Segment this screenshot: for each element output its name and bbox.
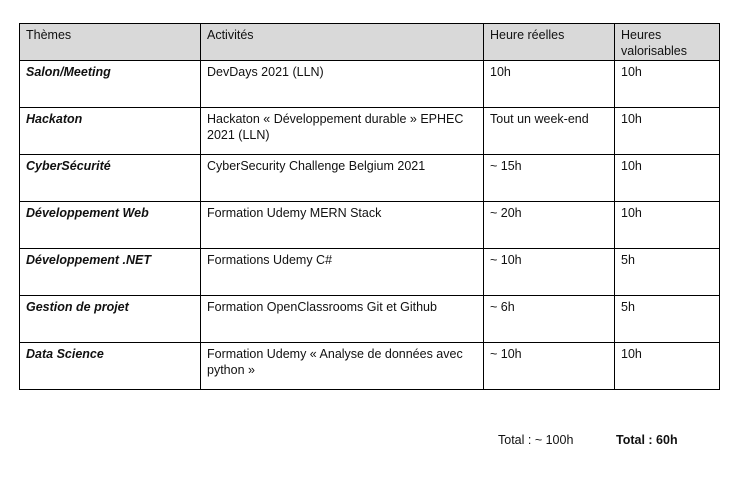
table-body: Salon/Meeting DevDays 2021 (LLN) 10h 10h…	[19, 60, 720, 390]
theme-cell: Développement .NET	[19, 248, 201, 296]
activity-cell: Hackaton « Développement durable » EPHEC…	[200, 107, 484, 155]
header-row: Thèmes Activités Heure réelles Heures va…	[19, 23, 720, 61]
table-row: CyberSécurité CyberSecurity Challenge Be…	[19, 154, 720, 202]
real-hours-cell: 10h	[483, 60, 615, 108]
activity-cell: CyberSecurity Challenge Belgium 2021	[200, 154, 484, 202]
real-hours-cell: Tout un week-end	[483, 107, 615, 155]
theme-cell: Hackaton	[19, 107, 201, 155]
theme-cell: CyberSécurité	[19, 154, 201, 202]
valued-hours-cell: 5h	[614, 295, 720, 343]
theme-cell: Salon/Meeting	[19, 60, 201, 108]
real-hours-cell: ~ 6h	[483, 295, 615, 343]
valued-hours-cell: 10h	[614, 154, 720, 202]
theme-cell: Data Science	[19, 342, 201, 390]
real-hours-cell: ~ 15h	[483, 154, 615, 202]
valued-hours-cell: 10h	[614, 60, 720, 108]
valued-hours-cell: 10h	[614, 201, 720, 249]
table-row: Développement Web Formation Udemy MERN S…	[19, 201, 720, 249]
activity-cell: Formation Udemy « Analyse de données ave…	[200, 342, 484, 390]
theme-cell: Développement Web	[19, 201, 201, 249]
hours-table: Thèmes Activités Heure réelles Heures va…	[19, 23, 720, 390]
theme-cell: Gestion de projet	[19, 295, 201, 343]
real-hours-cell: ~ 10h	[483, 248, 615, 296]
total-real-hours: Total : ~ 100h	[498, 433, 574, 447]
header-themes: Thèmes	[19, 23, 201, 61]
total-valued-hours: Total : 60h	[616, 433, 678, 447]
activity-cell: Formation Udemy MERN Stack	[200, 201, 484, 249]
header-activities: Activités	[200, 23, 484, 61]
valued-hours-cell: 10h	[614, 107, 720, 155]
valued-hours-cell: 5h	[614, 248, 720, 296]
real-hours-cell: ~ 10h	[483, 342, 615, 390]
totals-line: Total : ~ 100h Total : 60h	[498, 433, 678, 447]
table-row: Développement .NET Formations Udemy C# ~…	[19, 248, 720, 296]
activity-cell: Formations Udemy C#	[200, 248, 484, 296]
table-row: Hackaton Hackaton « Développement durabl…	[19, 107, 720, 155]
table-header: Thèmes Activités Heure réelles Heures va…	[19, 23, 720, 61]
real-hours-cell: ~ 20h	[483, 201, 615, 249]
table-row: Data Science Formation Udemy « Analyse d…	[19, 342, 720, 390]
header-real-hours: Heure réelles	[483, 23, 615, 61]
header-valued-hours: Heures valorisables	[614, 23, 720, 61]
table-row: Salon/Meeting DevDays 2021 (LLN) 10h 10h	[19, 60, 720, 108]
activity-cell: DevDays 2021 (LLN)	[200, 60, 484, 108]
valued-hours-cell: 10h	[614, 342, 720, 390]
activity-cell: Formation OpenClassrooms Git et Github	[200, 295, 484, 343]
table-row: Gestion de projet Formation OpenClassroo…	[19, 295, 720, 343]
